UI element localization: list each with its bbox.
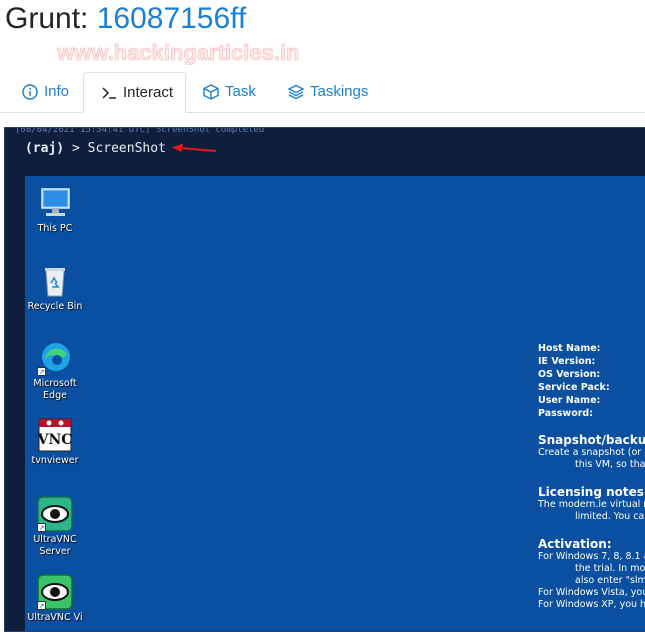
- section-line: this VM, so that: [575, 459, 645, 470]
- section-line: The modern.ie virtual m: [538, 499, 645, 510]
- title-prefix: Grunt:: [5, 2, 97, 35]
- section-heading: Snapshot/backup:: [538, 433, 645, 447]
- bginfo-panel: Host Name: IE Version: OS Version: Servi…: [538, 342, 645, 611]
- desktop-icon-ultravnc-server: ↗ UltraVNC Server: [25, 496, 85, 558]
- watermark-text: www.hackingarticles.in: [56, 40, 299, 65]
- section-line: For Windows 7, 8, 8.1 a: [538, 551, 645, 562]
- info-key: OS Version:: [538, 369, 601, 380]
- layers-icon: [288, 84, 304, 99]
- info-key: Host Name:: [538, 343, 601, 354]
- section-line: Create a snapshot (or k: [538, 447, 645, 458]
- desktop-icon-label: UltraVNC Server: [33, 534, 77, 557]
- tab-info[interactable]: Info: [18, 72, 73, 111]
- console-log-line: [08/04/2021 15:54:41 UTC] ScreenShot com…: [15, 127, 265, 135]
- prompt-command: ScreenShot: [87, 141, 166, 156]
- terminal-icon: [102, 86, 116, 99]
- grunt-id: 16087156ff: [96, 2, 247, 35]
- tvnviewer-icon: VNC: [37, 418, 72, 452]
- tab-interact[interactable]: Interact: [83, 72, 186, 113]
- section-line: the trial. In mos: [575, 563, 645, 574]
- shortcut-arrow-icon: ↗: [37, 601, 46, 610]
- cube-icon: [203, 83, 219, 100]
- desktop-icon-tvnviewer: VNC tvnviewer: [25, 417, 85, 467]
- interact-console[interactable]: [08/04/2021 15:54:41 UTC] ScreenShot com…: [4, 127, 645, 632]
- this-pc-icon: [41, 188, 70, 216]
- desktop-icon-label: tvnviewer: [31, 455, 79, 466]
- desktop-icon-ultravnc-viewer: ↗ UltraVNC Vi: [25, 574, 85, 624]
- svg-text:VNC: VNC: [37, 432, 72, 448]
- desktop-icon-label: UltraVNC Vi: [27, 612, 83, 623]
- tab-task-label: Task: [225, 83, 256, 100]
- tab-taskings[interactable]: Taskings: [284, 72, 372, 111]
- desktop-icon-label: Recycle Bin: [27, 301, 83, 312]
- screenshot-desktop: This PC Recycle Bin ↗ Microsoft Edge VNC…: [25, 176, 645, 631]
- section-line: For Windows Vista, you: [538, 587, 645, 598]
- tab-interact-label: Interact: [123, 84, 174, 101]
- section-line: For Windows XP, you ha: [538, 599, 645, 610]
- info-key: User Name:: [538, 395, 601, 406]
- shortcut-arrow-icon: ↗: [37, 367, 46, 376]
- recycle-bin-icon: [45, 268, 65, 297]
- desktop-icon-label: This PC: [37, 223, 73, 234]
- tab-info-label: Info: [44, 83, 70, 100]
- desktop-icon-edge: ↗ Microsoft Edge: [25, 340, 85, 402]
- shortcut-arrow-icon: ↗: [37, 523, 46, 532]
- section-line: also enter "slm: [575, 575, 645, 586]
- info-key: Password:: [538, 408, 594, 419]
- desktop-icon-this-pc: This PC: [25, 185, 85, 235]
- tab-taskings-label: Taskings: [310, 83, 369, 100]
- watermark: www.hackingarticles.in: [56, 40, 300, 66]
- tab-bar: Info Interact Task Taskings: [0, 72, 645, 113]
- section-heading: Activation:: [538, 537, 612, 551]
- section-line: limited. You car: [575, 511, 645, 522]
- prompt-separator: >: [64, 141, 88, 156]
- tab-task[interactable]: Task: [199, 72, 260, 111]
- info-circle-icon: [22, 83, 38, 100]
- prompt-user: (raj): [25, 141, 65, 156]
- desktop-icon-label: Microsoft Edge: [33, 378, 77, 401]
- section-heading: Licensing notes ar: [538, 485, 645, 499]
- info-key: IE Version:: [538, 356, 596, 367]
- desktop-icon-recycle-bin: Recycle Bin: [25, 263, 85, 313]
- info-key: Service Pack:: [538, 382, 610, 393]
- red-arrow-icon: [172, 143, 217, 152]
- page-title: Grunt: 16087156ff: [5, 2, 246, 36]
- console-prompt: (raj) > ScreenShot: [25, 141, 166, 156]
